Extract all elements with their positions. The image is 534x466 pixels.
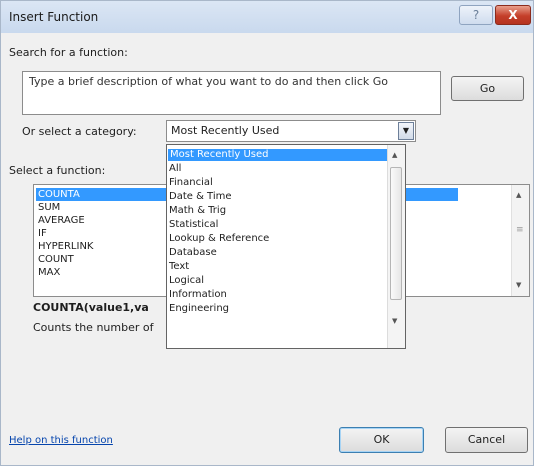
go-button[interactable]: Go [451, 76, 524, 101]
category-option[interactable]: Text [169, 261, 189, 273]
function-list-item[interactable]: MAX [38, 266, 60, 279]
ok-button[interactable]: OK [339, 427, 424, 453]
scroll-up-icon[interactable]: ▲ [516, 191, 521, 199]
scroll-thumb[interactable] [390, 167, 402, 300]
category-select[interactable]: Most Recently Used ▼ [166, 120, 416, 142]
category-dropdown-list[interactable]: Most Recently Used All Financial Date & … [166, 144, 406, 349]
dialog-title: Insert Function [9, 10, 99, 24]
category-option[interactable]: Most Recently Used [168, 149, 392, 161]
category-selected-value: Most Recently Used [171, 124, 280, 137]
function-list-scrollbar[interactable]: ▲ ≡ ▼ [511, 185, 529, 296]
category-option[interactable]: Statistical [169, 219, 218, 231]
function-list-item[interactable]: HYPERLINK [38, 240, 93, 253]
scroll-down-icon[interactable]: ▼ [516, 281, 521, 289]
function-list-label: Select a function: [9, 164, 106, 177]
scroll-down-icon[interactable]: ▼ [392, 317, 397, 325]
category-option[interactable]: Engineering [169, 303, 229, 315]
scroll-up-icon[interactable]: ▲ [392, 151, 397, 159]
help-button[interactable]: ? [459, 5, 493, 25]
category-label: Or select a category: [22, 125, 137, 138]
function-description: Counts the number of [33, 321, 154, 334]
help-on-function-link[interactable]: Help on this function [9, 435, 113, 446]
function-list-item[interactable]: AVERAGE [38, 214, 85, 227]
cancel-button[interactable]: Cancel [445, 427, 528, 453]
scroll-grip-icon: ≡ [516, 225, 524, 235]
close-icon: X [508, 8, 518, 22]
function-signature: COUNTA(value1,va [33, 301, 149, 314]
category-option[interactable]: Lookup & Reference [169, 233, 269, 245]
category-option[interactable]: All [169, 163, 181, 175]
category-dropdown-scrollbar[interactable]: ▲ ▼ [387, 145, 405, 348]
function-list-item[interactable]: IF [38, 227, 47, 240]
close-button[interactable]: X [495, 5, 531, 25]
insert-function-dialog: Insert Function ? X Search for a functio… [0, 0, 534, 466]
help-icon: ? [472, 8, 480, 22]
function-list-item[interactable]: SUM [38, 201, 60, 214]
category-option[interactable]: Financial [169, 177, 213, 189]
function-list-item[interactable]: COUNT [38, 253, 74, 266]
title-bar: Insert Function ? X [1, 1, 533, 33]
category-option[interactable]: Math & Trig [169, 205, 226, 217]
search-input[interactable]: Type a brief description of what you wan… [22, 71, 441, 115]
chevron-down-icon[interactable]: ▼ [398, 122, 414, 140]
category-option[interactable]: Logical [169, 275, 204, 287]
search-label: Search for a function: [9, 46, 128, 59]
category-option[interactable]: Database [169, 247, 217, 259]
category-option[interactable]: Date & Time [169, 191, 232, 203]
category-option[interactable]: Information [169, 289, 227, 301]
